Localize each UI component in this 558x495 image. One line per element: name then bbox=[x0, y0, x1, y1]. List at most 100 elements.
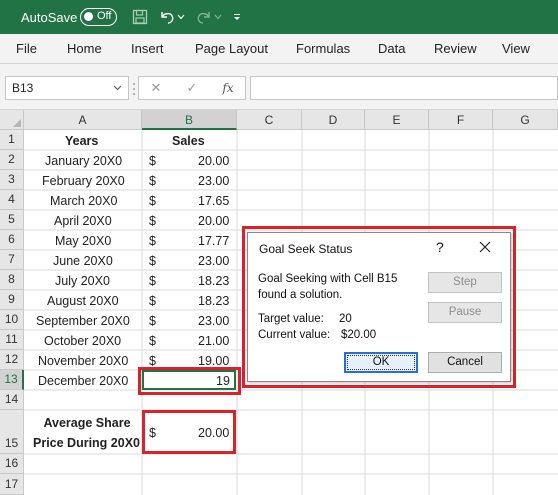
row-header-6[interactable]: 6 bbox=[0, 230, 24, 250]
sales-cell[interactable]: 21.00 bbox=[198, 334, 229, 348]
year-cell[interactable]: January 20X0 bbox=[45, 154, 122, 168]
ok-button-label: OK bbox=[347, 355, 415, 370]
row-header-1[interactable]: 1 bbox=[0, 130, 24, 150]
highlight-box-b13 bbox=[138, 367, 241, 395]
pause-button[interactable]: Pause bbox=[428, 302, 502, 323]
step-button[interactable]: Step bbox=[428, 272, 502, 293]
year-cell[interactable]: July 20X0 bbox=[55, 274, 110, 288]
header-sales[interactable]: Sales bbox=[172, 134, 205, 148]
currency-cell: $ bbox=[149, 354, 156, 368]
average-label-line1[interactable]: Average Share bbox=[32, 416, 142, 430]
average-label-line2[interactable]: Price During 20X0 bbox=[0, 436, 142, 450]
redo-dropdown-icon[interactable] bbox=[213, 8, 223, 26]
tab-review[interactable]: Review bbox=[434, 41, 477, 56]
cancel-icon[interactable]: ✕ bbox=[141, 77, 171, 99]
undo-dropdown-icon[interactable] bbox=[176, 8, 186, 26]
goal-seek-status-dialog: Goal Seek Status ? Goal Seeking with Cel… bbox=[247, 232, 511, 382]
currency-cell: $ bbox=[149, 174, 156, 188]
tab-file[interactable]: File bbox=[16, 41, 37, 56]
currency-cell: $ bbox=[149, 334, 156, 348]
sales-cell[interactable]: 17.65 bbox=[198, 194, 229, 208]
row-header-10[interactable]: 10 bbox=[0, 310, 24, 330]
column-header-f[interactable]: F bbox=[429, 110, 493, 130]
tab-insert[interactable]: Insert bbox=[131, 41, 164, 56]
tab-page-layout[interactable]: Page Layout bbox=[195, 41, 268, 56]
autosave-label: AutoSave bbox=[21, 10, 78, 25]
row-header-2[interactable]: 2 bbox=[0, 150, 24, 170]
row-header-12[interactable]: 12 bbox=[0, 350, 24, 370]
row-header-13[interactable]: 13 bbox=[0, 370, 24, 390]
autosave-toggle[interactable]: Off bbox=[80, 8, 117, 26]
currency-cell: $ bbox=[149, 274, 156, 288]
year-cell[interactable]: February 20X0 bbox=[42, 174, 125, 188]
message-line2: found a solution. bbox=[258, 289, 343, 301]
sales-cell[interactable]: 23.00 bbox=[198, 254, 229, 268]
close-icon[interactable] bbox=[478, 240, 492, 254]
row-header-9[interactable]: 9 bbox=[0, 290, 24, 310]
ok-button[interactable]: OK bbox=[344, 352, 418, 373]
column-header-e[interactable]: E bbox=[365, 110, 429, 130]
formula-input[interactable] bbox=[250, 76, 558, 100]
tab-data[interactable]: Data bbox=[378, 41, 405, 56]
toggle-state: Off bbox=[97, 10, 112, 22]
redo-icon[interactable] bbox=[195, 8, 213, 26]
year-cell[interactable]: April 20X0 bbox=[54, 214, 112, 228]
ribbon-tabs: File Home Insert Page Layout Formulas Da… bbox=[0, 34, 558, 64]
tab-formulas[interactable]: Formulas bbox=[296, 41, 350, 56]
column-header-d[interactable]: D bbox=[302, 110, 365, 130]
formula-buttons: ✕ ✓ fx bbox=[138, 76, 246, 100]
year-cell[interactable]: May 20X0 bbox=[55, 234, 111, 248]
currency-cell: $ bbox=[149, 234, 156, 248]
tab-home[interactable]: Home bbox=[67, 41, 102, 56]
sales-cell[interactable]: 20.00 bbox=[198, 154, 229, 168]
row-header-4[interactable]: 4 bbox=[0, 190, 24, 210]
row-header-11[interactable]: 11 bbox=[0, 330, 24, 350]
customize-qat-icon[interactable] bbox=[231, 8, 243, 26]
enter-icon[interactable]: ✓ bbox=[177, 77, 207, 99]
row-header-14[interactable]: 14 bbox=[0, 390, 24, 410]
sales-cell[interactable]: 17.77 bbox=[198, 234, 229, 248]
sales-cell[interactable]: 18.23 bbox=[198, 294, 229, 308]
resize-handle-icon[interactable] bbox=[133, 82, 135, 96]
column-header-c[interactable]: C bbox=[237, 110, 302, 130]
insert-function-icon[interactable]: fx bbox=[213, 77, 243, 99]
year-cell[interactable]: November 20X0 bbox=[38, 354, 128, 368]
sales-cell[interactable]: 23.00 bbox=[198, 314, 229, 328]
chevron-down-icon[interactable] bbox=[113, 85, 122, 91]
year-cell[interactable]: September 20X0 bbox=[36, 314, 130, 328]
sales-cell[interactable]: 23.00 bbox=[198, 174, 229, 188]
row-header-8[interactable]: 8 bbox=[0, 270, 24, 290]
toggle-knob bbox=[84, 12, 93, 21]
help-icon[interactable]: ? bbox=[436, 239, 444, 255]
year-cell[interactable]: June 20X0 bbox=[53, 254, 113, 268]
column-header-a[interactable]: A bbox=[24, 110, 142, 130]
column-header-b[interactable]: B bbox=[142, 110, 237, 130]
tab-view[interactable]: View bbox=[502, 41, 530, 56]
undo-icon[interactable] bbox=[158, 8, 176, 26]
select-all-button[interactable] bbox=[0, 110, 24, 130]
row-header-3[interactable]: 3 bbox=[0, 170, 24, 190]
cancel-button[interactable]: Cancel bbox=[428, 352, 502, 373]
row-header-5[interactable]: 5 bbox=[0, 210, 24, 230]
year-cell[interactable]: December 20X0 bbox=[38, 374, 128, 388]
dialog-title: Goal Seek Status bbox=[259, 242, 353, 256]
currency-cell: $ bbox=[149, 154, 156, 168]
highlight-box-b15 bbox=[142, 410, 236, 454]
sales-cell[interactable]: 20.00 bbox=[198, 214, 229, 228]
year-cell[interactable]: March 20X0 bbox=[50, 194, 117, 208]
year-cell[interactable]: October 20X0 bbox=[44, 334, 121, 348]
row-header-7[interactable]: 7 bbox=[0, 250, 24, 270]
row-header-17[interactable]: 17 bbox=[0, 474, 24, 495]
row-header-16[interactable]: 16 bbox=[0, 454, 24, 474]
header-years[interactable]: Years bbox=[65, 134, 98, 148]
column-header-g[interactable]: G bbox=[493, 110, 558, 130]
sales-cell[interactable]: 19.00 bbox=[198, 354, 229, 368]
year-cell[interactable]: August 20X0 bbox=[47, 294, 119, 308]
name-box-value: B13 bbox=[12, 81, 34, 95]
name-box[interactable]: B13 bbox=[5, 76, 129, 100]
target-value-label: Target value: bbox=[258, 313, 324, 325]
save-icon[interactable] bbox=[131, 8, 149, 26]
current-value: $20.00 bbox=[341, 329, 377, 341]
sales-cell[interactable]: 18.23 bbox=[198, 274, 229, 288]
currency-cell: $ bbox=[149, 214, 156, 228]
